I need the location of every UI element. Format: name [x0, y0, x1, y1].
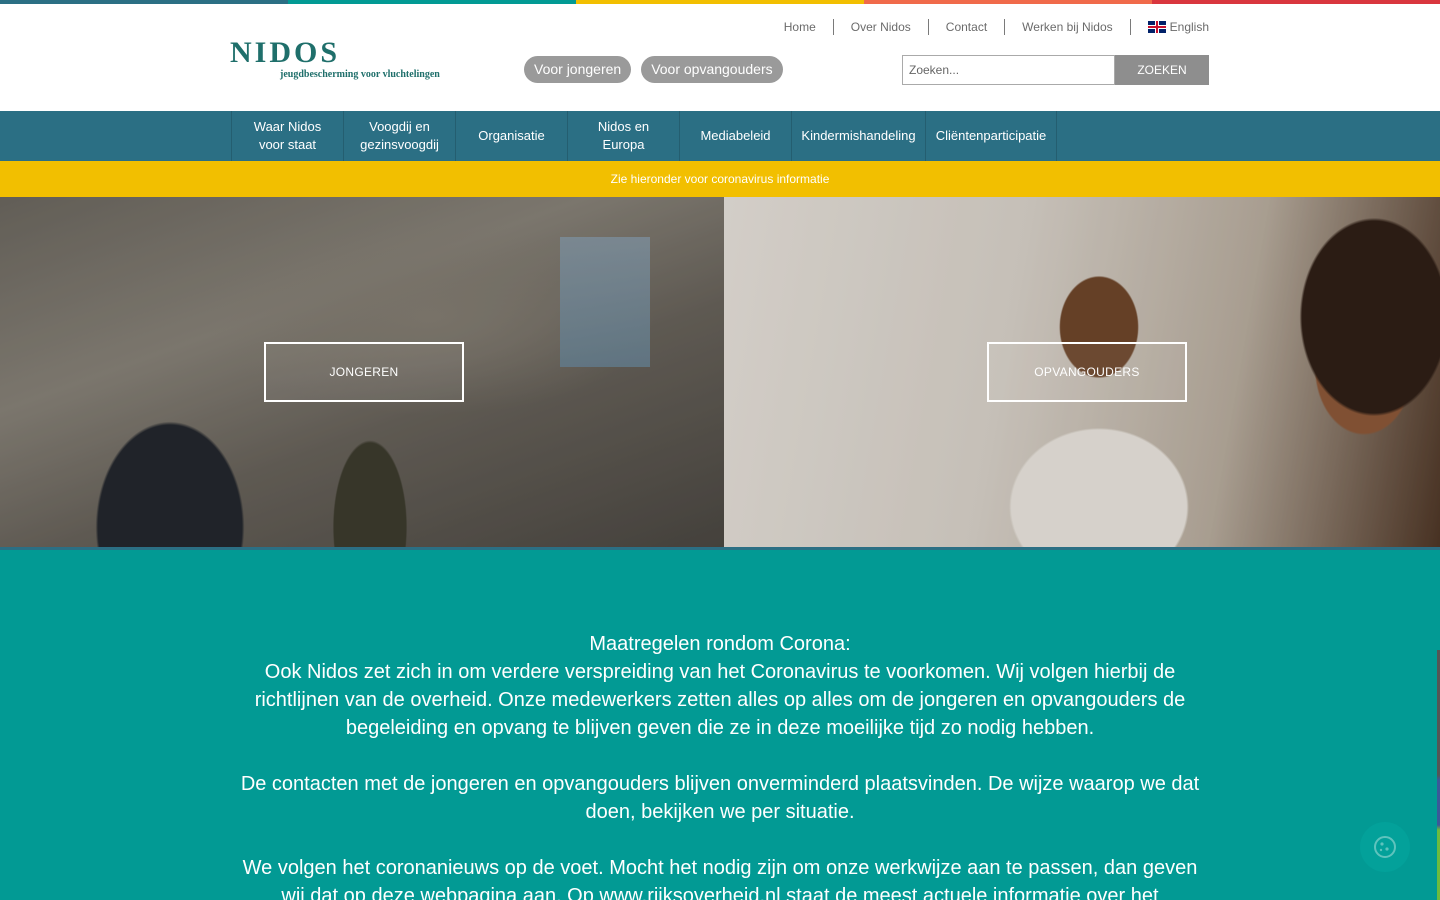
top-links: Home Over Nidos Contact Werken bij Nidos…: [767, 19, 1209, 35]
corona-notice-bar[interactable]: Zie hieronder voor coronavirus informati…: [0, 161, 1440, 197]
language-switch[interactable]: English: [1129, 19, 1209, 35]
nav-item-kindermishandeling[interactable]: Kindermishandeling: [792, 111, 926, 161]
logo-tagline: jeugdbescherming voor vluchtelingen: [280, 69, 440, 80]
nidos-logo[interactable]: NIDOS jeugdbescherming voor vluchtelinge…: [230, 38, 440, 84]
hero-image-jongeren: JONGEREN: [0, 197, 724, 547]
corona-intro: Ook Nidos zet zich in om verdere verspre…: [254, 661, 1186, 739]
logo-wordmark: NIDOS: [230, 38, 440, 68]
corona-paragraph: De contacten met de jongeren en opvangou…: [240, 773, 1200, 823]
jongeren-button[interactable]: JONGEREN: [264, 342, 464, 402]
search-button[interactable]: ZOEKEN: [1115, 55, 1209, 85]
top-link-over-nidos[interactable]: Over Nidos: [832, 19, 928, 35]
nav-item-mediabeleid[interactable]: Mediabeleid: [680, 111, 792, 161]
voor-jongeren-button[interactable]: Voor jongeren: [524, 56, 632, 83]
corona-title: Maatregelen rondom Corona:: [589, 633, 851, 655]
language-label: English: [1169, 20, 1209, 34]
search-input[interactable]: [902, 55, 1115, 85]
top-link-werken-bij-nidos[interactable]: Werken bij Nidos: [1004, 19, 1129, 35]
hero-person: [1204, 197, 1440, 547]
nav-item-organisatie[interactable]: Organisatie: [456, 111, 568, 161]
hero-image-opvangouders: OPVANGOUDERS: [724, 197, 1440, 547]
search-form: ZOEKEN: [902, 55, 1209, 85]
corona-paragraph: We volgen het coronanieuws op de voet. M…: [242, 857, 1198, 900]
nav-item-voogdij[interactable]: Voogdij en gezinsvoogdij: [344, 111, 456, 161]
nav-item-clientenparticipatie[interactable]: Cliëntenparticipatie: [926, 111, 1057, 161]
cookie-icon: [1374, 836, 1396, 858]
opvangouders-button[interactable]: OPVANGOUDERS: [987, 342, 1187, 402]
cookie-settings-button[interactable]: [1360, 822, 1410, 872]
top-link-home[interactable]: Home: [767, 19, 833, 35]
corona-paragraph: Maatregelen rondom Corona: Ook Nidos zet…: [230, 630, 1210, 742]
site-header: NIDOS jeugdbescherming voor vluchtelinge…: [0, 4, 1440, 111]
uk-flag-icon: [1147, 21, 1166, 33]
logo-name: NIDOS: [230, 36, 341, 69]
top-link-contact[interactable]: Contact: [927, 19, 1004, 35]
nav-item-nidos-en-europa[interactable]: Nidos en Europa: [568, 111, 680, 161]
hero: JONGEREN OPVANGOUDERS: [0, 197, 1440, 547]
nav-item-waar-nidos-voor-staat[interactable]: Waar Nidos voor staat: [232, 111, 344, 161]
voor-opvangouders-button[interactable]: Voor opvangouders: [641, 56, 783, 83]
audience-buttons: Voor jongeren Voor opvangouders: [524, 56, 783, 83]
main-nav: Waar Nidos voor staat Voogdij en gezinsv…: [0, 111, 1440, 161]
corona-content: Maatregelen rondom Corona: Ook Nidos zet…: [230, 630, 1210, 900]
corona-section: Maatregelen rondom Corona: Ook Nidos zet…: [0, 550, 1440, 900]
